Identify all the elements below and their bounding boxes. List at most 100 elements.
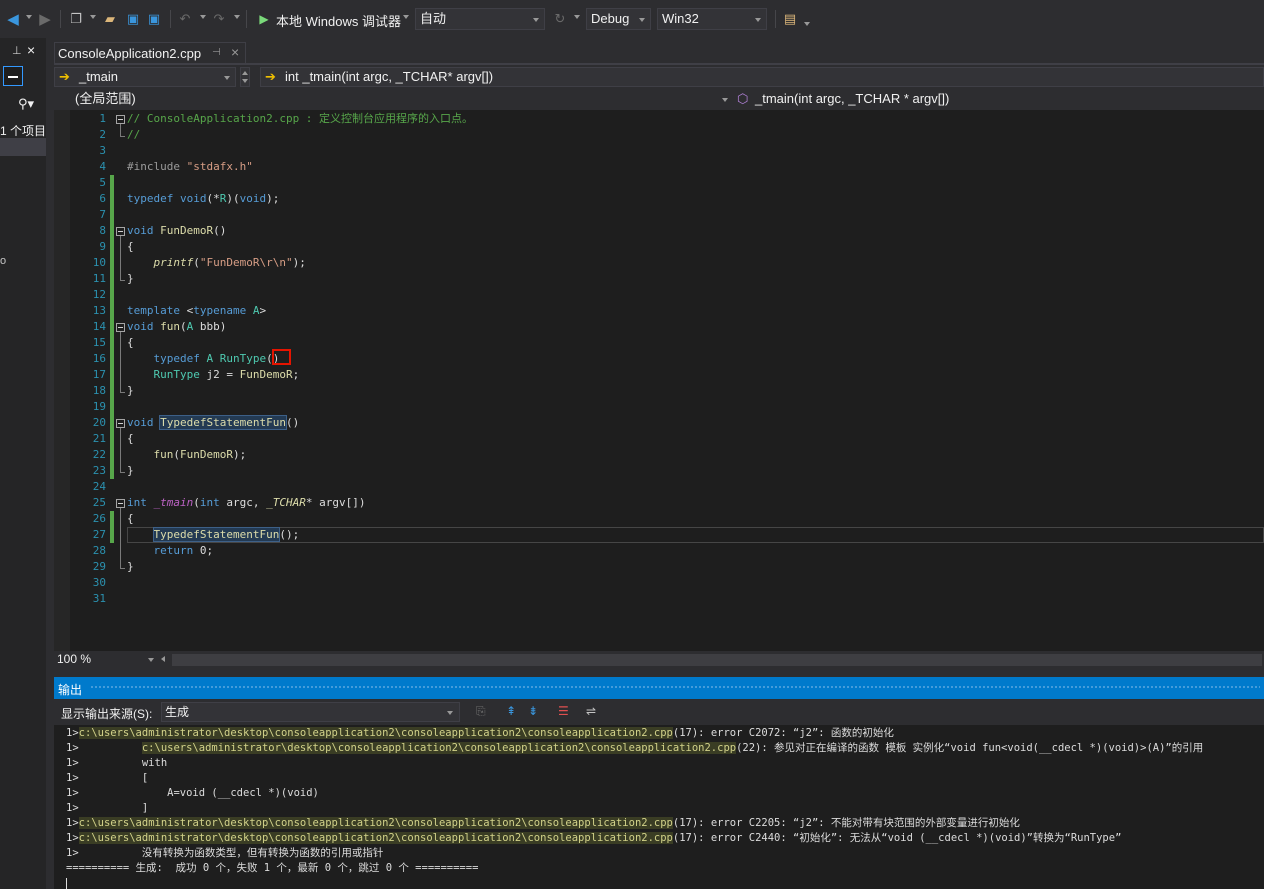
output-file-path[interactable]: c:\users\administrator\desktop\consoleap… — [78, 727, 673, 739]
collapse-region-icon[interactable] — [116, 227, 125, 236]
collapse-region-icon[interactable] — [116, 115, 125, 124]
output-file-path[interactable]: c:\users\administrator\desktop\consoleap… — [78, 832, 673, 844]
code-line[interactable]: fun(FunDemoR); — [127, 447, 247, 463]
code-line[interactable]: { — [127, 431, 134, 447]
tab-consoleapplication2-cpp[interactable]: ConsoleApplication2.cpp ⊣ × — [54, 42, 246, 64]
new-project-icon[interactable]: ❐ — [67, 10, 85, 28]
undo-dropdown-arrow[interactable] — [200, 15, 206, 19]
function-name: FunDemoR — [239, 368, 293, 381]
code-token: argc, — [219, 496, 267, 509]
close-icon[interactable]: × — [27, 42, 35, 58]
code-line[interactable]: { — [127, 335, 134, 351]
solution-configuration-combo[interactable]: Debug — [586, 8, 651, 30]
navigate-back-icon[interactable]: ◀ — [4, 10, 22, 28]
find-message-icon[interactable]: ⎘ — [476, 704, 486, 719]
zoom-dropdown-icon[interactable] — [148, 658, 154, 662]
open-file-icon[interactable]: ▰ — [101, 10, 119, 28]
comment: // ConsoleApplication2.cpp : 定义控制台应用程序的入… — [127, 112, 474, 125]
next-message-icon[interactable]: ⇟ — [528, 704, 538, 718]
code-line[interactable]: { — [127, 511, 134, 527]
navigate-forward-icon[interactable]: ▶ — [36, 10, 54, 28]
scope-split-button[interactable] — [240, 67, 250, 87]
toolbar-separator — [170, 10, 171, 28]
global-scope-value: (全局范围) — [75, 91, 136, 106]
keyword: void — [127, 224, 154, 237]
function-name-reference-highlight: TypedefStatementFun — [152, 527, 281, 542]
pin-tab-icon[interactable]: ⊣ — [212, 47, 221, 58]
line-number: 28 — [92, 544, 106, 557]
solution-platform-combo[interactable]: Win32 — [657, 8, 767, 30]
output-pane-header[interactable]: 输出 — [54, 677, 1264, 699]
code-line[interactable]: template <typename A> — [127, 303, 266, 319]
refresh-dropdown-arrow[interactable] — [574, 15, 580, 19]
debugger-dropdown-arrow[interactable] — [403, 15, 409, 19]
function-name: FunDemoR — [180, 448, 233, 461]
find-in-files-icon[interactable]: ▤ — [781, 10, 799, 28]
output-message: (17): error C2440: “初始化”: 无法从“void (__cd… — [672, 832, 1122, 844]
code-line[interactable]: // ConsoleApplication2.cpp : 定义控制台应用程序的入… — [127, 111, 473, 127]
code-line[interactable]: typedef A RunType() — [127, 351, 280, 367]
code-line[interactable]: return 0; — [127, 543, 214, 559]
outline-guide — [120, 124, 121, 136]
save-icon[interactable]: ▣ — [124, 10, 142, 28]
navigate-back-dropdown-arrow[interactable] — [26, 15, 32, 19]
collapse-region-icon[interactable] — [116, 419, 125, 428]
collapse-all-icon[interactable] — [3, 66, 23, 86]
collapse-region-icon[interactable] — [116, 323, 125, 332]
toolbar-separator — [775, 10, 776, 28]
code-token: ( — [193, 496, 200, 509]
start-debugging-play-icon[interactable]: ▶ — [255, 10, 273, 28]
scroll-left-icon[interactable] — [161, 656, 165, 662]
code-line[interactable]: #include "stdafx.h" — [127, 159, 253, 175]
code-line[interactable]: { — [127, 239, 134, 255]
pane-grip[interactable] — [90, 685, 1260, 690]
code-line[interactable]: } — [127, 271, 134, 287]
search-icon[interactable]: ⚲▾ — [18, 96, 34, 112]
code-line[interactable]: RunType j2 = FunDemoR; — [127, 367, 300, 383]
code-line[interactable]: void fun(A bbb) — [127, 319, 226, 335]
debug-mode-combo[interactable]: 自动 — [415, 8, 545, 30]
member-dropdown[interactable]: ⬡ _tmain(int argc, _TCHAR * argv[]) — [734, 89, 1264, 109]
code-line[interactable]: void FunDemoR() — [127, 223, 226, 239]
output-file-path[interactable]: c:\users\administrator\desktop\consoleap… — [141, 742, 737, 754]
global-scope-dropdown[interactable]: (全局范围) — [54, 89, 734, 109]
code-line[interactable]: } — [127, 383, 134, 399]
code-line[interactable]: printf("FunDemoR\r\n"); — [127, 255, 306, 271]
code-line[interactable]: // — [127, 127, 140, 143]
keyword: void — [179, 192, 207, 205]
undo-icon[interactable]: ↶ — [176, 10, 194, 28]
close-tab-icon[interactable]: × — [231, 44, 239, 60]
code-line[interactable]: void TypedefStatementFun() — [127, 415, 299, 431]
code-line[interactable]: typedef void(*R)(void); — [127, 191, 279, 207]
toggle-word-wrap-icon[interactable]: ⇌ — [586, 704, 596, 718]
code-line[interactable]: } — [127, 559, 134, 575]
outline-guide — [120, 428, 121, 472]
refresh-icon[interactable]: ↻ — [551, 10, 569, 28]
pin-icon[interactable]: ⊥ — [12, 44, 22, 57]
output-file-path[interactable]: c:\users\administrator\desktop\consoleap… — [78, 817, 673, 829]
redo-icon[interactable]: ↷ — [210, 10, 228, 28]
start-debugging-button[interactable]: 本地 Windows 调试器 — [276, 11, 401, 30]
line-number: 6 — [99, 192, 106, 205]
code-line[interactable]: } — [127, 463, 134, 479]
line-number: 9 — [99, 240, 106, 253]
toolbar-options-dropdown-arrow[interactable] — [804, 22, 810, 26]
line-number: 29 — [92, 560, 106, 573]
horizontal-scrollbar[interactable] — [172, 654, 1262, 666]
code-token: ( — [180, 320, 187, 333]
function-dropdown[interactable]: ➔ int _tmain(int argc, _TCHAR* argv[]) — [260, 67, 1264, 87]
scope-dropdown[interactable]: ➔ _tmain — [54, 67, 236, 87]
collapse-region-icon[interactable] — [116, 499, 125, 508]
code-line[interactable]: TypedefStatementFun(); — [127, 527, 299, 543]
output-source-select[interactable]: 生成 — [161, 702, 460, 722]
clear-all-icon[interactable]: ☰ — [558, 704, 569, 718]
zoom-level[interactable]: 100 % — [57, 652, 91, 666]
output-source-label: 显示输出来源(S): — [61, 707, 153, 721]
code-token: { — [127, 432, 134, 445]
save-all-icon[interactable]: ▣ — [145, 10, 163, 28]
previous-message-icon[interactable]: ⇞ — [506, 704, 516, 718]
redo-dropdown-arrow[interactable] — [234, 15, 240, 19]
code-line[interactable]: int _tmain(int argc, _TCHAR* argv[]) — [127, 495, 365, 511]
new-project-dropdown-arrow[interactable] — [90, 15, 96, 19]
